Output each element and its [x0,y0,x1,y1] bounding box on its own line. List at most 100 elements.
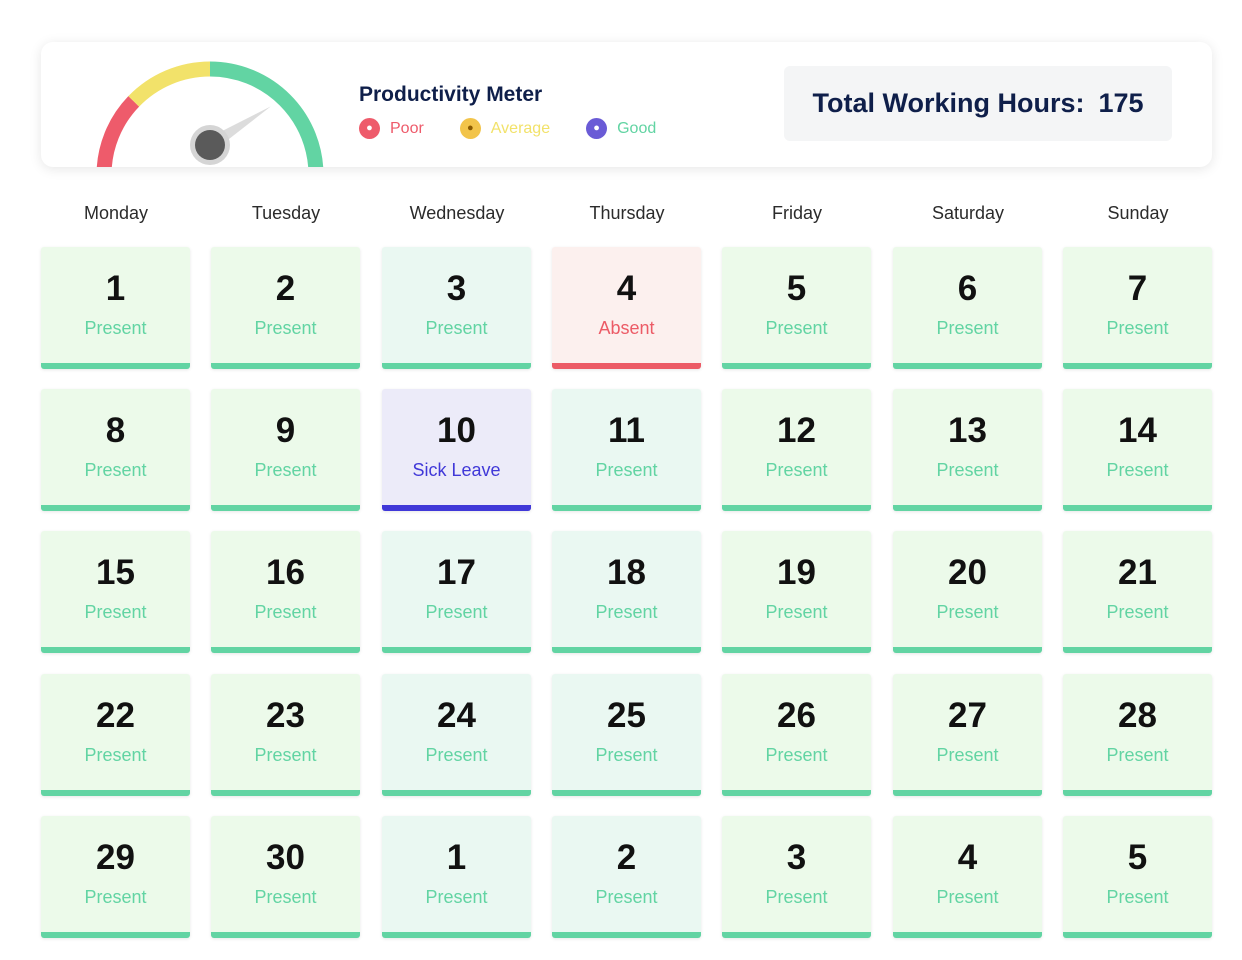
day-cell[interactable]: 24 Present [382,674,531,796]
day-status-bar [552,790,701,796]
day-number: 14 [1118,411,1157,450]
day-cell[interactable]: 27 Present [893,674,1042,796]
day-status: Present [425,602,488,622]
day-number: 25 [607,696,646,735]
day-number: 1 [105,269,126,308]
day-number: 22 [96,696,135,735]
day-number: 8 [105,411,126,450]
day-cell[interactable]: 1 Present [382,816,531,938]
day-status-bar [722,505,871,511]
day-cell[interactable]: 21 Present [1063,531,1212,653]
day-cell[interactable]: 18 Present [552,531,701,653]
day-status: Present [595,887,658,907]
day-cell[interactable]: 7 Present [1063,247,1212,369]
day-status-bar [382,647,531,653]
day-cell[interactable]: 23 Present [211,674,360,796]
day-number: 6 [957,269,978,308]
day-status: Present [936,745,999,765]
legend-average-label: Average [490,119,551,137]
day-cell[interactable]: 5 Present [722,247,871,369]
day-status: Present [765,460,828,480]
day-number: 4 [616,269,637,308]
day-status-bar [893,932,1042,938]
day-status-bar [382,363,531,369]
day-cell[interactable]: 15 Present [41,531,190,653]
day-status-bar [211,505,360,511]
day-number: 11 [608,411,645,450]
day-status: Absent [598,318,655,338]
day-number: 5 [786,269,807,308]
day-cell[interactable]: 11 Present [552,389,701,511]
day-cell[interactable]: 2 Present [211,247,360,369]
day-cell[interactable]: 14 Present [1063,389,1212,511]
day-status: Present [595,745,658,765]
day-status-bar [893,363,1042,369]
day-cell[interactable]: 30 Present [211,816,360,938]
day-number: 21 [1118,553,1157,592]
day-number: 7 [1127,269,1148,308]
day-cell[interactable]: 3 Present [722,816,871,938]
day-cell[interactable]: 4 Absent [552,247,701,369]
day-number: 16 [266,553,305,592]
day-status: Present [425,887,488,907]
meter-title: Productivity Meter [359,83,543,106]
day-number: 28 [1118,696,1157,735]
day-number: 26 [777,696,816,735]
day-status: Present [595,460,658,480]
poor-emoji-icon: ● [359,118,380,139]
attendance-page: Productivity Meter ● Poor ● Average ● Go… [0,0,1242,960]
day-cell[interactable]: 12 Present [722,389,871,511]
day-number: 30 [266,838,305,877]
day-cell[interactable]: 9 Present [211,389,360,511]
day-status: Present [765,318,828,338]
day-cell[interactable]: 19 Present [722,531,871,653]
day-number: 12 [777,411,816,450]
day-cell[interactable]: 4 Present [893,816,1042,938]
day-cell[interactable]: 5 Present [1063,816,1212,938]
day-number: 10 [437,411,476,450]
day-status-bar [1063,363,1212,369]
day-number: 3 [446,269,467,308]
day-cell[interactable]: 17 Present [382,531,531,653]
day-number: 3 [786,838,807,877]
day-cell[interactable]: 29 Present [41,816,190,938]
weekday-friday: Friday [771,203,822,223]
day-cell[interactable]: 26 Present [722,674,871,796]
day-status: Present [1106,887,1169,907]
day-status: Present [936,460,999,480]
day-status-bar [211,647,360,653]
day-cell[interactable]: 2 Present [552,816,701,938]
day-status-bar [41,363,190,369]
weekday-sunday: Sunday [1107,203,1169,223]
day-cell[interactable]: 20 Present [893,531,1042,653]
day-status-bar [1063,647,1212,653]
day-status: Present [1106,318,1169,338]
meter-info: Productivity Meter ● Poor ● Average ● Go… [359,83,656,139]
day-number: 18 [607,553,646,592]
day-status-bar [211,790,360,796]
day-cell[interactable]: 22 Present [41,674,190,796]
day-number: 13 [948,411,987,450]
day-status-bar [41,505,190,511]
total-hours-label: Total Working Hours: [812,88,1085,118]
day-cell[interactable]: 13 Present [893,389,1042,511]
weekday-saturday: Saturday [931,203,1005,223]
day-cell[interactable]: 10 Sick Leave [382,389,531,511]
day-cell[interactable]: 6 Present [893,247,1042,369]
day-cell[interactable]: 3 Present [382,247,531,369]
day-status: Present [254,745,317,765]
day-cell[interactable]: 8 Present [41,389,190,511]
day-status-bar [1063,932,1212,938]
productivity-header-card: Productivity Meter ● Poor ● Average ● Go… [41,42,1212,167]
gauge-hub [195,130,225,160]
day-number: 23 [266,696,305,735]
day-cell[interactable]: 1 Present [41,247,190,369]
day-cell[interactable]: 16 Present [211,531,360,653]
day-status: Present [84,318,147,338]
day-status: Present [84,887,147,907]
day-cell[interactable]: 28 Present [1063,674,1212,796]
day-status-bar [382,932,531,938]
day-status-bar [41,932,190,938]
day-cell[interactable]: 25 Present [552,674,701,796]
weekday-tuesday: Tuesday [251,203,321,223]
